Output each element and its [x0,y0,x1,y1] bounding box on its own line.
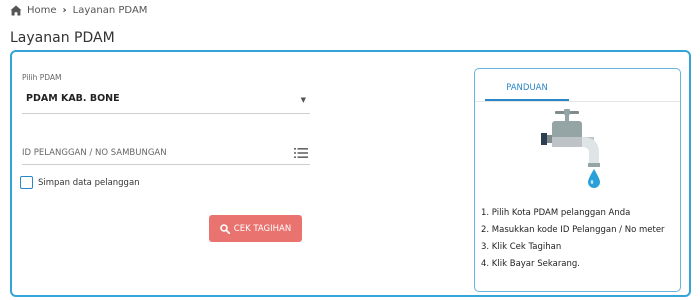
page-title: Layanan PDAM [10,30,115,46]
simpan-data-checkbox[interactable] [20,176,33,189]
pdam-select-value: PDAM KAB. BONE [26,93,120,104]
simpan-data-checkbox-row[interactable]: Simpan data pelanggan [20,176,140,189]
home-icon[interactable] [10,5,22,16]
simpan-data-label: Simpan data pelanggan [38,177,140,188]
chevron-right-icon: › [62,4,67,16]
cek-tagihan-button[interactable]: CEK TAGIHAN [209,215,302,242]
breadcrumb: Home › Layanan PDAM [10,3,147,17]
cek-tagihan-label: CEK TAGIHAN [233,223,292,234]
pilih-pdam-label: Pilih PDAM [22,73,62,82]
panduan-step-1: 1. Pilih Kota PDAM pelanggan Anda [481,208,631,218]
water-faucet-icon [541,109,600,188]
panduan-step-2: 2. Masukkan kode ID Pelanggan / No meter [481,225,665,235]
search-icon [219,223,230,234]
layanan-pdam-card: Pilih PDAM PDAM KAB. BONE ▼ Simpan data … [10,50,691,297]
panduan-steps: 1. Pilih Kota PDAM pelanggan Anda 2. Mas… [481,205,665,273]
caret-down-icon: ▼ [300,96,306,104]
tab-panduan[interactable]: PANDUAN [485,81,569,101]
pdam-select[interactable]: PDAM KAB. BONE ▼ [22,88,310,114]
breadcrumb-home-link[interactable]: Home [27,5,57,16]
id-pelanggan-input[interactable] [22,145,282,161]
panduan-step-4: 4. Klik Bayar Sekarang. [481,259,581,269]
panduan-step-3: 3. Klik Cek Tagihan [481,242,562,252]
tab-divider [475,101,680,102]
list-icon[interactable] [294,147,308,159]
id-pelanggan-field[interactable] [22,140,310,165]
panduan-panel: PANDUAN 1. Pilih Kota PDAM pelanggan And… [474,68,681,292]
breadcrumb-current: Layanan PDAM [72,4,148,16]
